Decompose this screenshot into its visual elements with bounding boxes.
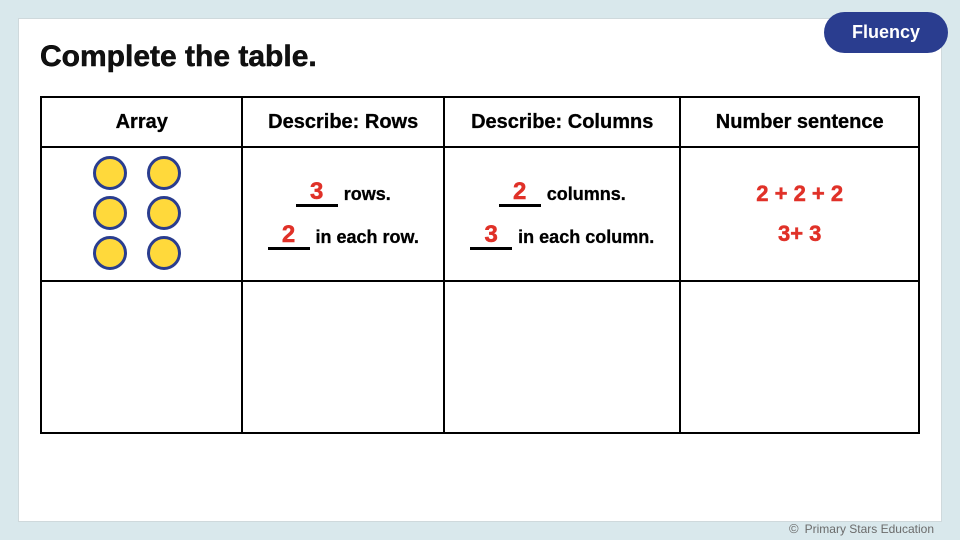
cols-line-2: 3 in each column. (470, 221, 654, 250)
dot-icon (147, 236, 181, 270)
dot-icon (147, 156, 181, 190)
answer-rows-count: 3 (310, 178, 323, 205)
page-title: Complete the table. (18, 18, 942, 82)
rows-line-2: 2 in each row. (268, 221, 419, 250)
cell-empty (243, 282, 444, 432)
table-row-empty (42, 282, 918, 432)
in-each-col-suffix: in each column. (518, 227, 654, 250)
number-sentence-b: 3+ 3 (778, 221, 821, 247)
fluency-badge: Fluency (824, 12, 948, 53)
dot-icon (147, 196, 181, 230)
slide: Fluency Complete the table. Array Descri… (0, 0, 960, 540)
cell-array (42, 148, 243, 280)
cell-describe-rows: 3 rows. 2 in each row. (243, 148, 444, 280)
in-each-row-suffix: in each row. (316, 227, 419, 250)
blank-in-each-col: 3 (470, 221, 512, 250)
header-rows: Describe: Rows (243, 98, 444, 146)
footer-text: Primary Stars Education (805, 522, 934, 536)
cell-empty (445, 282, 682, 432)
copyright-footer: © Primary Stars Education (789, 521, 934, 536)
cols-suffix: columns. (547, 184, 626, 207)
slide-card: Fluency Complete the table. Array Descri… (18, 18, 942, 522)
number-sentence-a: 2 + 2 + 2 (756, 181, 843, 207)
answer-in-each-col: 3 (484, 221, 497, 248)
worksheet-table: Array Describe: Rows Describe: Columns N… (40, 96, 920, 434)
header-array: Array (42, 98, 243, 146)
cell-empty (42, 282, 243, 432)
blank-rows-count: 3 (296, 178, 338, 207)
dot-icon (93, 196, 127, 230)
rows-line-1: 3 rows. (296, 178, 391, 207)
cols-line-1: 2 columns. (499, 178, 626, 207)
blank-in-each-row: 2 (268, 221, 310, 250)
rows-suffix: rows. (344, 184, 391, 207)
cell-describe-cols: 2 columns. 3 in each column. (445, 148, 682, 280)
copyright-icon: © (789, 521, 799, 536)
header-cols: Describe: Columns (445, 98, 682, 146)
table-row: 3 rows. 2 in each row. 2 columns. 3 (42, 148, 918, 282)
cell-empty (681, 282, 918, 432)
dot-icon (93, 156, 127, 190)
table-header-row: Array Describe: Rows Describe: Columns N… (42, 98, 918, 148)
dot-icon (93, 236, 127, 270)
header-num: Number sentence (681, 98, 918, 146)
cell-number-sentence: 2 + 2 + 2 3+ 3 (681, 148, 918, 280)
array-3x2 (93, 156, 191, 272)
answer-cols-count: 2 (513, 178, 526, 205)
blank-cols-count: 2 (499, 178, 541, 207)
answer-in-each-row: 2 (282, 221, 295, 248)
